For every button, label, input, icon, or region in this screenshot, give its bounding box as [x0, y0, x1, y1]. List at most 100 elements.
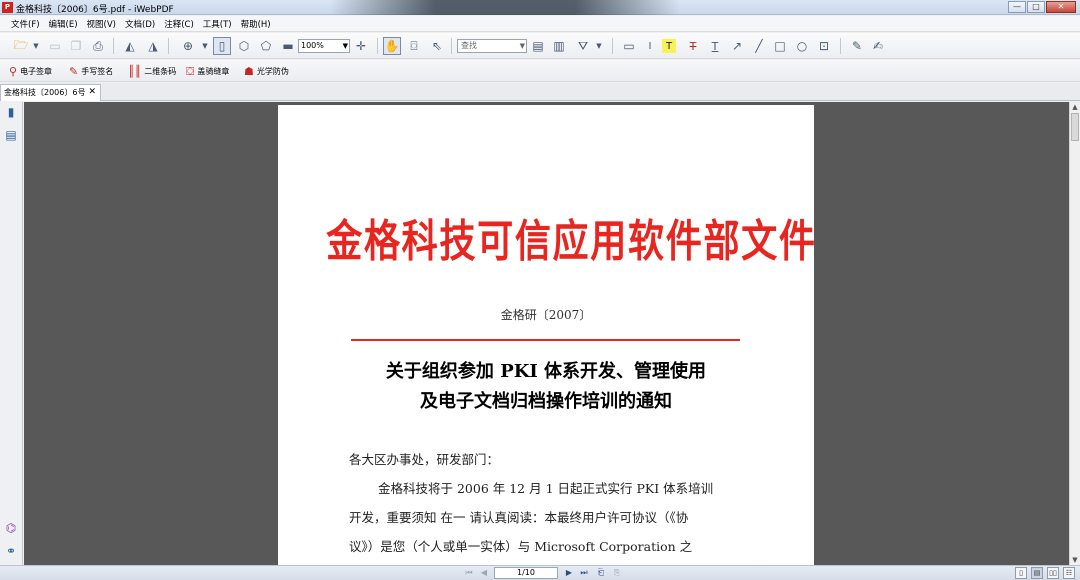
continuous-view-icon[interactable]: ▤	[1031, 567, 1043, 579]
dropdown-arrow-icon[interactable]: ▼	[200, 37, 210, 55]
menu-file[interactable]: 文件(F)	[11, 18, 40, 30]
line-icon[interactable]: ╱	[750, 37, 768, 55]
close-window-button[interactable]: ✕	[1046, 1, 1076, 13]
last-page-icon[interactable]: ⏭	[578, 567, 590, 579]
page-number-input[interactable]: 1/10	[494, 567, 558, 579]
strikethrough-icon[interactable]: T	[684, 37, 702, 55]
cross-page-seal-icon: ⛋	[186, 64, 195, 78]
document-heading-line2: 及电子文档归档操作培训的通知	[420, 391, 672, 412]
note-icon[interactable]: ▭	[620, 37, 638, 55]
cross-page-seal-button[interactable]: ⛋ 盖骑缝章	[186, 64, 229, 79]
zoom-out-icon[interactable]: ▬	[279, 37, 297, 55]
toolbar-separator	[451, 38, 452, 54]
attachments-icon[interactable]: ⚭	[4, 544, 18, 558]
fit-visible-icon[interactable]: ⬠	[257, 37, 275, 55]
print-icon[interactable]: ⎙	[89, 37, 107, 55]
status-bar: ⏮ ◀ 1/10 ▶ ⏭ ⎗ ⎘ ▯ ▤ ▯▯ ☷	[0, 565, 1080, 580]
menu-bar: 文件(F) 编辑(E) 视图(V) 文档(D) 注释(C) 工具(T) 帮助(H…	[0, 16, 1080, 32]
text-cursor-icon[interactable]: Ⅰ	[641, 37, 659, 55]
scroll-thumb[interactable]	[1071, 113, 1079, 141]
bookmarks-icon[interactable]: ▮	[4, 105, 18, 119]
menu-comment[interactable]: 注释(C)	[164, 18, 194, 30]
chevron-down-icon: ▼	[519, 42, 525, 50]
single-page-view-icon[interactable]: ▯	[1015, 567, 1027, 579]
stamp-icon[interactable]: ⊡	[815, 37, 833, 55]
page-text-icon[interactable]: ▥	[550, 37, 568, 55]
sign-edit-icon[interactable]: ✍	[869, 37, 887, 55]
title-bar-background	[330, 0, 680, 15]
highlight-icon[interactable]: T	[662, 39, 676, 53]
electronic-seal-button[interactable]: ⚲ 电子签章	[9, 64, 52, 79]
seal-stamp-icon: ⚲	[9, 65, 18, 78]
body-paragraph-line: 金格科技将于 2006 年 12 月 1 日起正式实行 PKI 体系培训	[378, 481, 714, 496]
document-red-header: 金格科技可信应用软件部文件	[326, 216, 817, 267]
zoom-in-icon[interactable]: ⊕	[179, 37, 197, 55]
previous-page-icon[interactable]: ◀	[478, 567, 490, 579]
optical-security-label: 光学防伪	[256, 67, 289, 76]
vertical-scrollbar[interactable]: ▲ ▼	[1069, 102, 1080, 565]
edit-icon[interactable]: ✎	[848, 37, 866, 55]
rectangle-icon[interactable]: □	[771, 37, 789, 55]
app-icon: P	[2, 2, 13, 13]
document-tab[interactable]: 金格科技〔2006〕6号 ✕	[0, 84, 101, 101]
first-page-icon[interactable]: ⏮	[463, 567, 475, 579]
select-tool-icon[interactable]: ⇖	[428, 37, 446, 55]
search-input[interactable]: 查找 ▼	[457, 39, 527, 53]
snapshot-icon[interactable]: ⌼	[405, 37, 423, 55]
page-icon[interactable]: ▤	[529, 37, 547, 55]
pdf-page: 金格科技可信应用软件部文件 金格研〔2007〕 关于组织参加 PKI 体系开发、…	[278, 105, 817, 565]
underline-icon[interactable]: T	[706, 37, 724, 55]
filter-icon[interactable]: ⛛	[574, 37, 592, 55]
document-number: 金格研〔2007〕	[500, 308, 592, 322]
copy-icon[interactable]: ❐	[67, 37, 85, 55]
arrow-icon[interactable]: ↗	[728, 37, 746, 55]
next-page-icon[interactable]: ▶	[563, 567, 575, 579]
facing-view-icon[interactable]: ▯▯	[1047, 567, 1059, 579]
scroll-down-icon[interactable]: ▼	[1070, 555, 1080, 565]
next-view-icon[interactable]: ⎘	[611, 567, 623, 579]
thumbnails-icon[interactable]: ▤	[4, 128, 18, 142]
barcode-button[interactable]: ║║ 二维条码	[128, 64, 176, 79]
chevron-down-icon: ▼	[342, 42, 348, 50]
rotate-right-icon[interactable]: ◮	[144, 37, 162, 55]
document-viewer[interactable]: 金格科技可信应用软件部文件 金格研〔2007〕 关于组织参加 PKI 体系开发、…	[24, 102, 1069, 565]
red-divider	[351, 339, 740, 341]
previous-view-icon[interactable]: ⎗	[595, 567, 607, 579]
cross-page-seal-label: 盖骑缝章	[197, 67, 230, 76]
document-heading-line1: 关于组织参加 PKI 体系开发、管理使用	[385, 361, 707, 382]
open-folder-icon[interactable]: 🗁	[12, 37, 30, 55]
rotate-left-icon[interactable]: ◭	[121, 37, 139, 55]
main-toolbar: 🗁 ▼ ▭ ❐ ⎙ ◭ ◮ ⊕ ▼ ▯ ⬡ ⬠ ▬ 100% ▼ ✛ ✋ ⌼ ⇖ …	[0, 33, 1080, 59]
handwritten-signature-label: 手写签名	[81, 67, 114, 76]
optical-security-icon: ☗	[244, 65, 254, 78]
document-tab-label: 金格科技〔2006〕6号	[4, 88, 86, 97]
hand-tool-icon[interactable]: ✋	[383, 37, 401, 55]
document-tab-strip: 金格科技〔2006〕6号 ✕	[0, 83, 1080, 101]
ellipse-icon[interactable]: ○	[793, 37, 811, 55]
minimize-button[interactable]: —	[1008, 1, 1026, 13]
toolbar-separator	[377, 38, 378, 54]
menu-help[interactable]: 帮助(H)	[241, 18, 271, 30]
handwritten-signature-button[interactable]: ✎ 手写签名	[69, 64, 113, 79]
maximize-button[interactable]: □	[1027, 1, 1045, 13]
optical-security-button[interactable]: ☗ 光学防伪	[244, 64, 289, 79]
save-icon[interactable]: ▭	[46, 37, 64, 55]
add-icon[interactable]: ✛	[352, 37, 370, 55]
menu-edit[interactable]: 编辑(E)	[49, 18, 78, 30]
body-paragraph-line: 开发，重要须知 在一 请认真阅读：本最终用户许可协议（《协	[349, 510, 689, 525]
window-title: 金格科技〔2006〕6号.pdf - iWebPDF	[16, 5, 174, 15]
close-tab-icon[interactable]: ✕	[88, 85, 96, 100]
scroll-up-icon[interactable]: ▲	[1070, 102, 1080, 112]
fit-width-icon[interactable]: ⬡	[235, 37, 253, 55]
fit-page-icon[interactable]: ▯	[213, 37, 231, 55]
salutation: 各大区办事处，研发部门：	[349, 452, 500, 467]
menu-tools[interactable]: 工具(T)	[203, 18, 232, 30]
continuous-facing-view-icon[interactable]: ☷	[1063, 567, 1075, 579]
zoom-select[interactable]: 100% ▼	[298, 39, 350, 53]
toolbar-separator	[840, 38, 841, 54]
dropdown-arrow-icon[interactable]: ▼	[594, 37, 604, 55]
menu-document[interactable]: 文档(D)	[125, 18, 155, 30]
menu-view[interactable]: 视图(V)	[87, 18, 116, 30]
layers-icon[interactable]: ⌬	[4, 521, 18, 535]
dropdown-arrow-icon[interactable]: ▼	[31, 37, 41, 55]
